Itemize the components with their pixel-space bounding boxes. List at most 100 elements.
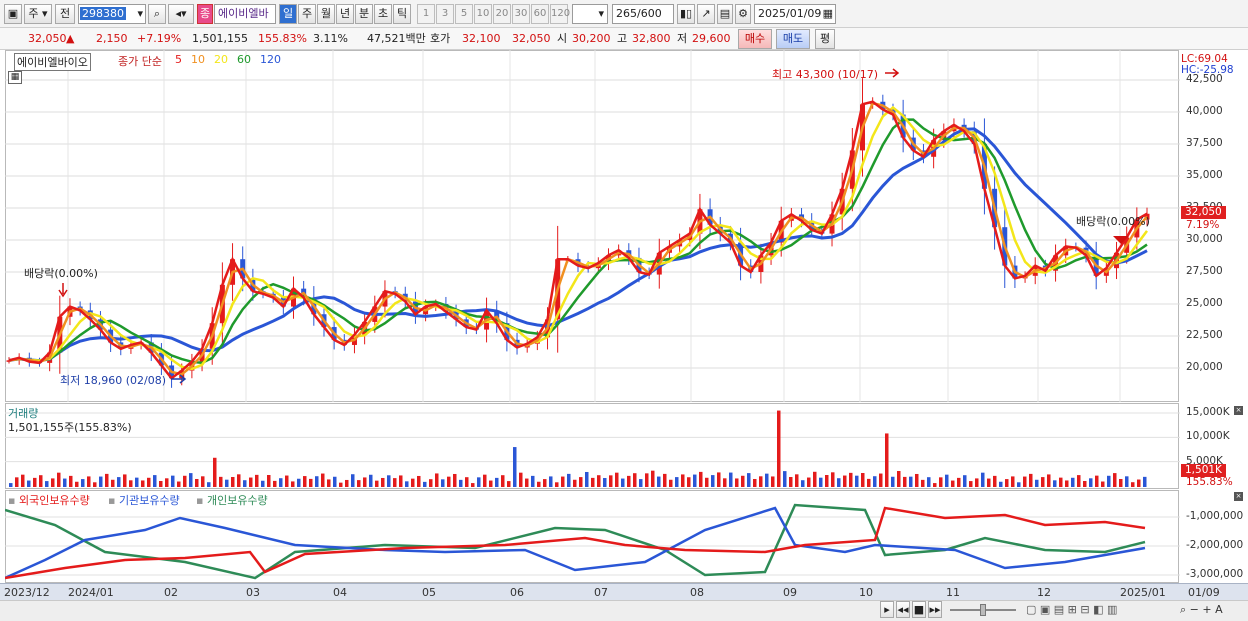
code-dropdown-icon[interactable]: ▾ xyxy=(137,5,145,23)
volume-bar xyxy=(537,481,541,487)
code-value: 298380 xyxy=(80,7,126,20)
holding-chart[interactable] xyxy=(5,490,1180,583)
volume-bar xyxy=(969,481,973,487)
interval-tab[interactable]: 1 xyxy=(417,4,435,24)
interval-select[interactable]: ▾ xyxy=(572,4,608,24)
sell-button[interactable]: 매도 xyxy=(776,29,810,49)
dividend-note-1: 배당락(0.00%) xyxy=(24,267,98,280)
period-tab[interactable]: 주 xyxy=(298,4,316,24)
close-volume-pane-icon[interactable]: × xyxy=(1234,406,1243,415)
layout-icons[interactable]: ▢ ▣ ▤ ⊞ ⊟ ◧ ▥ xyxy=(1026,603,1117,616)
zoom-icons[interactable]: ⌕ − + A xyxy=(1180,603,1223,617)
volume-bar xyxy=(27,480,31,487)
stock-type-badge: 종 xyxy=(197,4,213,24)
x-axis-label: 2023/12 xyxy=(4,586,50,599)
period-tab[interactable]: 월 xyxy=(317,4,335,24)
volume-bar xyxy=(1107,475,1111,487)
volume-bar xyxy=(747,473,751,487)
price-chart[interactable] xyxy=(5,50,1180,402)
interval-tab[interactable]: 5 xyxy=(455,4,473,24)
volume-bar xyxy=(165,478,169,487)
interval-tab[interactable]: 20 xyxy=(493,4,511,24)
volume-bar xyxy=(225,479,229,487)
rewind-icon[interactable]: ◂◂ xyxy=(896,601,910,618)
window-menu-icon[interactable]: ▣ xyxy=(4,4,22,24)
volume-bar xyxy=(285,475,289,487)
volume-bar xyxy=(1089,478,1093,487)
interval-tab[interactable]: 60 xyxy=(531,4,549,24)
evaluate-button[interactable]: 평 xyxy=(815,29,835,49)
calendar-icon[interactable]: ▦ xyxy=(823,5,833,23)
volume-bar xyxy=(1029,473,1033,487)
volume-bar xyxy=(507,481,511,487)
count-field[interactable]: 265/600 xyxy=(612,4,674,24)
interval-tab[interactable]: 30 xyxy=(512,4,530,24)
volume-bar xyxy=(903,476,907,487)
volume-bar xyxy=(69,475,73,487)
volume-bar xyxy=(309,478,313,487)
volume-bar xyxy=(375,480,379,487)
volume-bar xyxy=(597,475,601,487)
period-tab[interactable]: 틱 xyxy=(393,4,411,24)
trade-amount: 47,521백만 xyxy=(367,32,426,45)
last-price-box: 32,050 xyxy=(1181,206,1226,219)
volume-bar xyxy=(915,473,919,487)
stock-legend[interactable]: 에이비엘바이오 xyxy=(14,53,91,71)
volume-bar xyxy=(441,479,445,487)
candle-type-icon[interactable]: ▮▯ xyxy=(677,4,695,24)
holding-legend-item: ▪ 외국인보유수량 xyxy=(8,492,90,508)
settings-gear-icon[interactable]: ⚙ xyxy=(735,4,751,24)
search-icon[interactable]: ⌕ xyxy=(148,4,166,24)
volume-bar xyxy=(1113,473,1117,487)
change-percent: +7.19% xyxy=(137,32,182,45)
volume-bar xyxy=(33,477,37,487)
volume-bar xyxy=(243,480,247,487)
line-tool-icon[interactable]: ↗ xyxy=(697,4,715,24)
count-total: /600 xyxy=(637,7,662,20)
period-tab[interactable]: 일 xyxy=(279,4,297,24)
open-price: 30,200 xyxy=(572,32,611,45)
buy-button[interactable]: 매수 xyxy=(738,29,772,49)
interval-tab[interactable]: 3 xyxy=(436,4,454,24)
price-tick: 35,000 xyxy=(1186,169,1223,181)
fast-forward-icon[interactable]: ▸▸ xyxy=(928,601,942,618)
volume-bar xyxy=(1035,479,1039,487)
speaker-icon[interactable]: ◂▾ xyxy=(168,4,194,24)
market-select[interactable]: 주 ▾ xyxy=(24,4,52,24)
stock-name-field[interactable]: 에이비엘바 xyxy=(214,4,276,24)
volume-bar xyxy=(327,479,331,487)
period-tab[interactable]: 초 xyxy=(374,4,392,24)
zoom-slider-handle[interactable] xyxy=(980,604,986,616)
holding-tick: -2,000,000 xyxy=(1186,539,1244,551)
ask-label: 호가 xyxy=(430,32,451,45)
volume-chart[interactable] xyxy=(5,403,1180,489)
volume-bar xyxy=(1053,480,1057,487)
interval-tab[interactable]: 10 xyxy=(474,4,492,24)
volume-bar xyxy=(699,471,703,487)
date-field[interactable]: 2025/01/09 ▦ xyxy=(754,4,836,24)
volume-bar xyxy=(57,472,61,487)
volume-bar xyxy=(429,479,433,487)
code-input[interactable]: 298380 ▾ xyxy=(78,4,146,24)
save-icon[interactable]: ▤ xyxy=(717,4,733,24)
volume-tick: 15,000K xyxy=(1186,406,1230,418)
volume-bar xyxy=(909,476,913,487)
x-axis-label: 03 xyxy=(246,586,260,599)
prev-button[interactable]: 전 xyxy=(55,4,75,24)
volume-bar xyxy=(279,478,283,487)
volume-bar xyxy=(87,476,91,487)
table-icon[interactable]: ▦ xyxy=(8,71,22,84)
period-tab[interactable]: 년 xyxy=(336,4,354,24)
volume-bar xyxy=(531,475,535,487)
volume-bar xyxy=(195,478,199,487)
interval-tab[interactable]: 120 xyxy=(550,4,570,24)
close-holding-pane-icon[interactable]: × xyxy=(1234,492,1243,501)
period-tab[interactable]: 분 xyxy=(355,4,373,24)
x-axis-label: 09 xyxy=(783,586,797,599)
stop-icon[interactable]: ■ xyxy=(912,601,926,618)
scroll-right-icon[interactable]: ▸ xyxy=(880,601,894,618)
volume-bar xyxy=(351,474,355,487)
volume-bar xyxy=(567,473,571,487)
main-toolbar: ▣ 주 ▾ 전 298380 ▾ ⌕ ◂▾ 종 에이비엘바 일주월년분초틱 135… xyxy=(0,0,1248,28)
date-value: 2025/01/09 xyxy=(758,7,822,20)
